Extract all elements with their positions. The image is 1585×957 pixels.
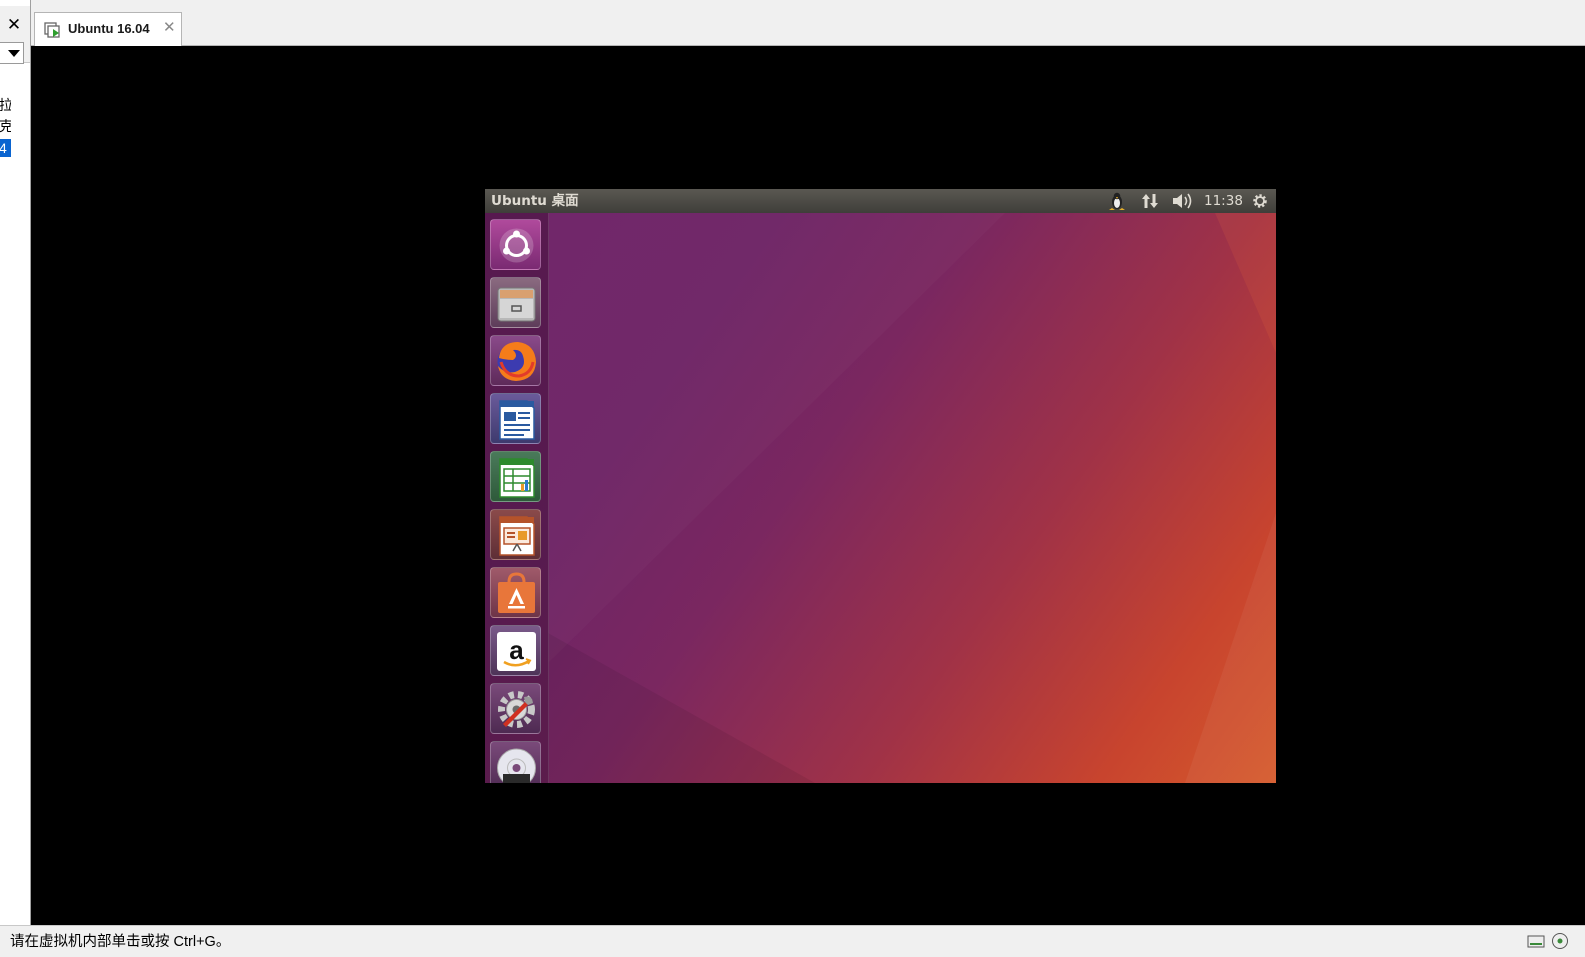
library-close-button[interactable]: ✕ bbox=[5, 15, 23, 35]
unity-launcher: a bbox=[485, 213, 549, 783]
network-arrows-icon[interactable] bbox=[1141, 192, 1159, 210]
status-bar: 请在虚拟机内部单击或按 Ctrl+G。 bbox=[0, 925, 1585, 957]
top-panel: Ubuntu 桌面 11:38 bbox=[485, 189, 1276, 213]
launcher-files-button[interactable] bbox=[490, 277, 541, 328]
vm-running-icon bbox=[44, 22, 60, 38]
document-writer-icon bbox=[499, 400, 535, 440]
launcher-impress-button[interactable] bbox=[490, 509, 541, 560]
ubuntu-logo-icon bbox=[499, 228, 534, 263]
library-item-selected[interactable]: 4 bbox=[0, 139, 11, 157]
penguin-icon[interactable] bbox=[1107, 192, 1127, 210]
launcher-calc-button[interactable] bbox=[490, 451, 541, 502]
tab-close-button[interactable]: ✕ bbox=[163, 20, 176, 36]
spreadsheet-calc-icon bbox=[499, 458, 535, 498]
desktop-wallpaper bbox=[485, 213, 1276, 783]
status-hint-text: 请在虚拟机内部单击或按 Ctrl+G。 bbox=[10, 934, 231, 950]
guest-screen[interactable]: Ubuntu 桌面 11:38 a bbox=[485, 189, 1276, 783]
launcher-amazon-button[interactable]: a bbox=[490, 625, 541, 676]
library-item[interactable]: 拉 bbox=[0, 96, 11, 114]
tab-title: Ubuntu 16.04 bbox=[68, 21, 150, 36]
panel-title: Ubuntu 桌面 bbox=[491, 193, 579, 209]
launcher-firefox-button[interactable] bbox=[490, 335, 541, 386]
chevron-down-icon bbox=[8, 50, 20, 57]
dvd-disc-icon bbox=[497, 748, 536, 783]
tab-ubuntu[interactable]: Ubuntu 16.04 ✕ bbox=[34, 12, 182, 46]
firefox-icon bbox=[497, 342, 536, 381]
library-item[interactable]: 克 bbox=[0, 117, 11, 135]
wallpaper-shapes bbox=[548, 213, 1276, 783]
gear-icon[interactable] bbox=[1251, 192, 1269, 210]
file-cabinet-icon bbox=[497, 287, 536, 322]
launcher-settings-button[interactable] bbox=[490, 683, 541, 734]
amazon-icon: a bbox=[497, 632, 536, 671]
svg-text:a: a bbox=[509, 635, 524, 665]
settings-wrench-icon bbox=[498, 691, 535, 728]
hard-disk-icon[interactable] bbox=[1526, 932, 1546, 950]
library-search-dropdown[interactable] bbox=[0, 42, 24, 64]
shopping-bag-icon bbox=[498, 572, 535, 613]
launcher-dash-button[interactable] bbox=[490, 219, 541, 270]
launcher-software-button[interactable] bbox=[490, 567, 541, 618]
volume-icon[interactable] bbox=[1171, 192, 1193, 210]
launcher-writer-button[interactable] bbox=[490, 393, 541, 444]
presentation-impress-icon bbox=[499, 516, 535, 556]
library-toolbar: ✕ bbox=[0, 6, 30, 64]
cd-drive-icon[interactable] bbox=[1550, 932, 1570, 950]
launcher-dvd-button[interactable] bbox=[490, 741, 541, 783]
panel-clock[interactable]: 11:38 bbox=[1204, 193, 1243, 209]
tab-strip: Ubuntu 16.04 ✕ bbox=[31, 6, 1585, 46]
library-panel: ✕ 拉 克 4 bbox=[0, 0, 31, 925]
